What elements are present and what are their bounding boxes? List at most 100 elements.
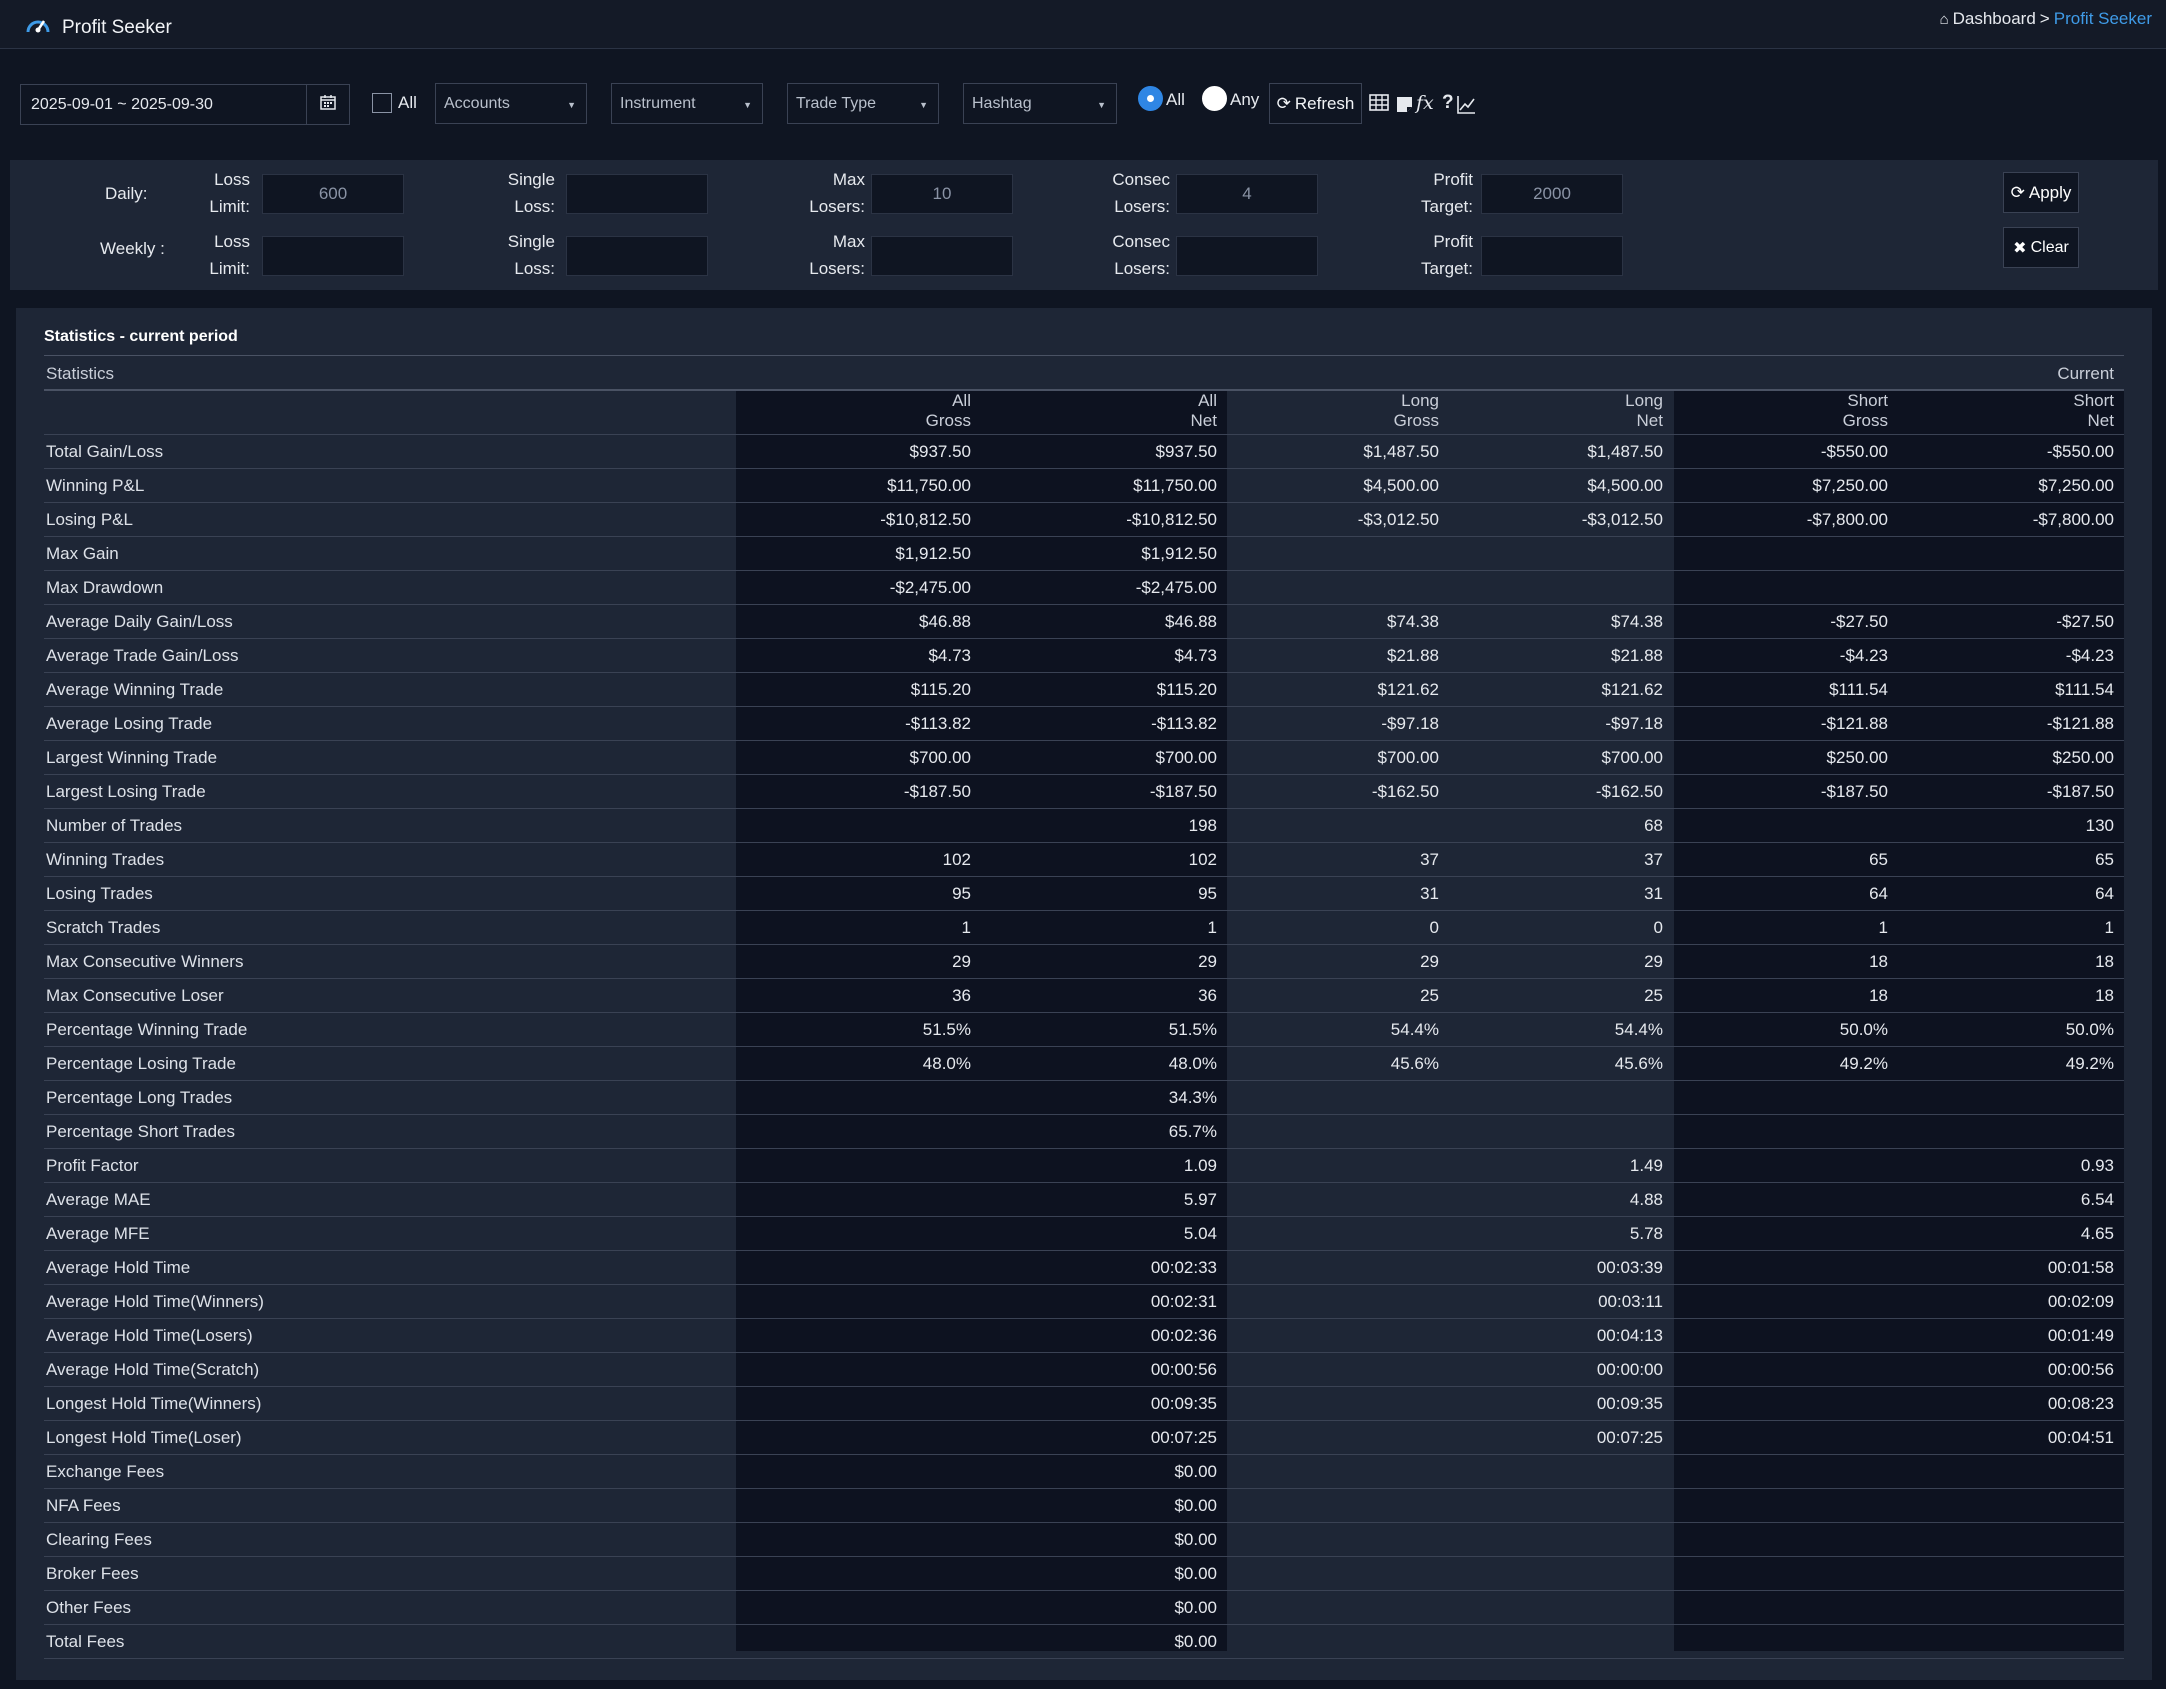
table-cell: [1673, 1488, 1898, 1523]
table-cell: 29: [1227, 944, 1449, 979]
table-cell: [1673, 1352, 1898, 1387]
table-row: Broker Fees $0.00: [44, 1556, 2124, 1591]
note-icon[interactable]: [1396, 96, 1413, 119]
table-cell: $4.73: [736, 638, 981, 673]
table-cell: -$7,800.00: [1673, 502, 1898, 537]
table-cell: [1227, 1590, 1449, 1625]
date-range-input[interactable]: 2025-09-01 ~ 2025-09-30: [20, 84, 307, 125]
table-cell: 50.0%: [1673, 1012, 1898, 1047]
table-cell: [736, 1420, 981, 1455]
weekly-consec-losers-input[interactable]: [1176, 236, 1318, 276]
trade-type-select[interactable]: Trade Type ▼: [787, 83, 939, 124]
breadcrumb-dashboard[interactable]: Dashboard: [1953, 9, 2036, 29]
statistics-header-right: Current: [2057, 364, 2114, 383]
table-cell: -$7,800.00: [1898, 502, 2124, 537]
row-label: NFA Fees: [44, 1488, 736, 1523]
daily-profit-target-input[interactable]: 2000: [1481, 174, 1623, 214]
label-line: Limit:: [209, 197, 250, 216]
instrument-select[interactable]: Instrument ▼: [611, 83, 763, 124]
label-line: Target:: [1421, 197, 1473, 216]
column-header-line: Long: [1625, 391, 1663, 410]
top-bar: Profit Seeker ⌂ Dashboard > Profit Seeke…: [0, 0, 2166, 49]
table-cell: [1227, 1522, 1449, 1557]
help-icon[interactable]: ?: [1442, 92, 1454, 114]
row-label: Average Hold Time: [44, 1250, 736, 1285]
column-header: Long Gross: [1227, 391, 1449, 435]
row-label: Number of Trades: [44, 808, 736, 843]
table-cell: 65: [1898, 842, 2124, 877]
match-all-radio[interactable]: [1138, 86, 1163, 111]
weekly-single-loss-input[interactable]: [566, 236, 708, 276]
table-cell: 36: [981, 978, 1227, 1013]
label-line: Max: [832, 232, 865, 251]
table-cell: 51.5%: [736, 1012, 981, 1047]
table-cell: $111.54: [1898, 672, 2124, 707]
row-label: Longest Hold Time(Loser): [44, 1420, 736, 1455]
table-cell: $121.62: [1449, 672, 1673, 707]
brand[interactable]: Profit Seeker: [24, 12, 172, 44]
weekly-loss-limit-input[interactable]: [262, 236, 404, 276]
table-cell: [736, 1352, 981, 1387]
all-checkbox[interactable]: [372, 93, 392, 113]
clear-button[interactable]: ✖ Clear: [2003, 227, 2079, 268]
daily-loss-limit-label: Loss Limit:: [190, 166, 250, 220]
table-cell: [1227, 1182, 1449, 1217]
table-cell: [1898, 570, 2124, 605]
table-cell: $74.38: [1227, 604, 1449, 639]
table-cell: -$2,475.00: [736, 570, 981, 605]
table-cell: -$27.50: [1673, 604, 1898, 639]
table-cell: [1673, 1318, 1898, 1353]
row-label: Max Drawdown: [44, 570, 736, 605]
breadcrumb-current[interactable]: Profit Seeker: [2054, 9, 2152, 29]
table-row: Total Gain/Loss $937.50 $937.50 $1,487.50 $1…: [44, 434, 2124, 469]
table-cell: [1227, 1114, 1449, 1149]
hashtag-select[interactable]: Hashtag ▼: [963, 83, 1117, 124]
table-cell: [1449, 1624, 1673, 1659]
daily-consec-losers-input[interactable]: 4: [1176, 174, 1318, 214]
speedometer-icon: [24, 12, 52, 44]
daily-single-loss-input[interactable]: [566, 174, 708, 214]
table-cell: 1: [981, 910, 1227, 945]
table-cell: [1673, 1250, 1898, 1285]
accounts-select[interactable]: Accounts ▼: [435, 83, 587, 124]
table-cell: -$113.82: [981, 706, 1227, 741]
table-cell: 102: [981, 842, 1227, 877]
table-cell: $0.00: [981, 1454, 1227, 1489]
daily-loss-limit-input[interactable]: 600: [262, 174, 404, 214]
daily-max-losers-input[interactable]: 10: [871, 174, 1013, 214]
calendar-button[interactable]: [306, 84, 350, 125]
table-cell: [1673, 1080, 1898, 1115]
daily-single-loss-label: Single Loss:: [480, 166, 555, 220]
all-checkbox-label: All: [398, 93, 417, 112]
table-cell: -$2,475.00: [981, 570, 1227, 605]
table-cell: 54.4%: [1449, 1012, 1673, 1047]
weekly-max-losers-input[interactable]: [871, 236, 1013, 276]
daily-profit-target-label: Profit Target:: [1398, 166, 1473, 220]
chart-icon[interactable]: [1457, 95, 1476, 120]
table-cell: 00:02:31: [981, 1284, 1227, 1319]
table-cell: 00:07:25: [1449, 1420, 1673, 1455]
table-cell: 64: [1898, 876, 2124, 911]
refresh-button[interactable]: ⟳ Refresh: [1269, 83, 1362, 124]
table-row: Average Winning Trade $115.20 $115.20 $121.…: [44, 672, 2124, 707]
table-cell: [1449, 536, 1673, 571]
weekly-profit-target-input[interactable]: [1481, 236, 1623, 276]
table-icon[interactable]: [1369, 94, 1389, 117]
table-cell: 198: [981, 808, 1227, 843]
table-row: Scratch Trades 1 1 0 0 1 1: [44, 910, 2124, 945]
row-label: Percentage Short Trades: [44, 1114, 736, 1149]
match-any-label: Any: [1230, 90, 1260, 109]
apply-button[interactable]: ⟳ Apply: [2003, 172, 2079, 213]
table-cell: -$4.23: [1898, 638, 2124, 673]
table-cell: $0.00: [981, 1624, 1227, 1659]
table-cell: [736, 1250, 981, 1285]
table-cell: 18: [1673, 978, 1898, 1013]
match-any-radio[interactable]: [1202, 86, 1227, 111]
table-cell: 95: [981, 876, 1227, 911]
formula-icon[interactable]: 𝑓x: [1416, 92, 1434, 114]
table-cell: [736, 1216, 981, 1251]
table-cell: 29: [1449, 944, 1673, 979]
table-cell: 1: [1898, 910, 2124, 945]
table-cell: $937.50: [981, 434, 1227, 469]
column-header-line: Gross: [1393, 411, 1439, 430]
